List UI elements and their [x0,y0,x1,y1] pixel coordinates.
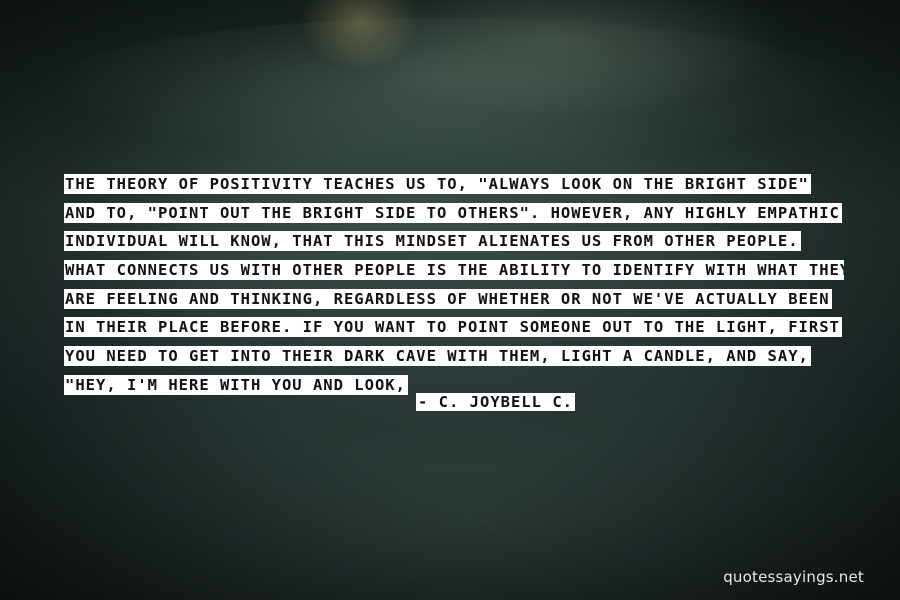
quote-line: AND TO, "POINT OUT THE BRIGHT SIDE TO OT… [64,199,844,228]
quote-line-text: "HEY, I'M HERE WITH YOU AND LOOK, [64,375,407,394]
quote-line-text: THE THEORY OF POSITIVITY TEACHES US TO, … [64,175,810,193]
quote-line-text: ARE FEELING AND THINKING, REGARDLESS OF … [64,289,831,308]
quote-line-text: WHAT CONNECTS US WITH OTHER PEOPLE IS TH… [64,261,844,280]
quote-line: IN THEIR PLACE BEFORE. IF YOU WANT TO PO… [64,313,844,342]
quote-author-text: - C. JOYBELL C. [416,393,575,411]
quote-line: INDIVIDUAL WILL KNOW, THAT THIS MINDSET … [64,227,844,256]
quote-line-text: YOU NEED TO GET INTO THEIR DARK CAVE WIT… [64,347,810,366]
quote-text: THE THEORY OF POSITIVITY TEACHES US TO, … [64,170,844,400]
quote-card: THE THEORY OF POSITIVITY TEACHES US TO, … [0,0,900,600]
quote-line: THE THEORY OF POSITIVITY TEACHES US TO, … [64,170,844,199]
site-watermark: quotessayings.net [723,568,864,586]
quote-line-text: AND TO, "POINT OUT THE BRIGHT SIDE TO OT… [64,203,841,222]
quote-line-text: INDIVIDUAL WILL KNOW, THAT THIS MINDSET … [64,232,800,251]
quote-author: - C. JOYBELL C. [416,390,575,414]
quote-line: WHAT CONNECTS US WITH OTHER PEOPLE IS TH… [64,256,844,285]
quote-line-text: IN THEIR PLACE BEFORE. IF YOU WANT TO PO… [64,318,841,337]
quote-line: ARE FEELING AND THINKING, REGARDLESS OF … [64,285,844,314]
quote-line: YOU NEED TO GET INTO THEIR DARK CAVE WIT… [64,342,844,371]
